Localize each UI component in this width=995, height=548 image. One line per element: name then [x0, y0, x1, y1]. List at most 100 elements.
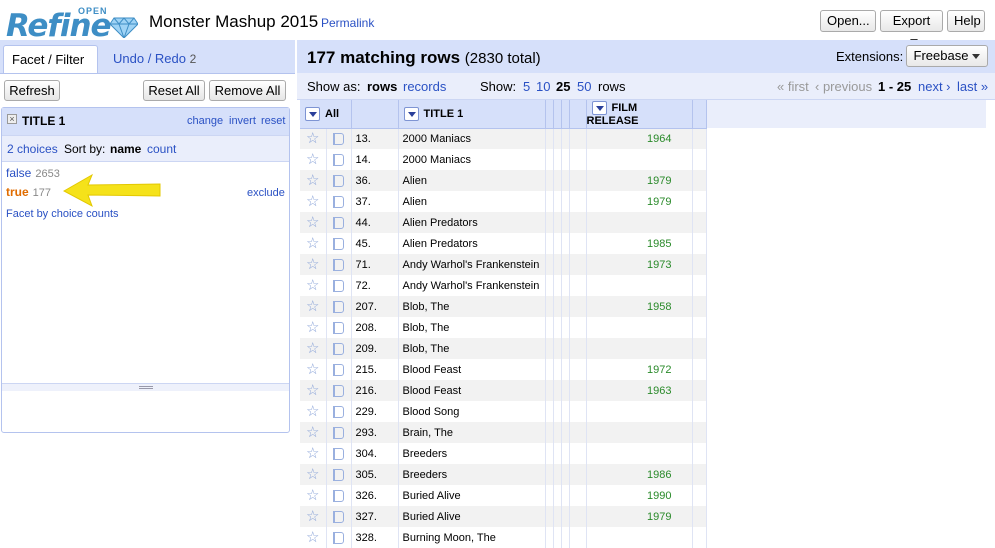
- flag-icon[interactable]: [333, 132, 344, 145]
- empty-cell[interactable]: [569, 317, 587, 338]
- star-icon[interactable]: ☆: [300, 128, 327, 149]
- sort-by-name[interactable]: name: [110, 142, 141, 156]
- empty-cell[interactable]: [561, 443, 570, 464]
- freebase-extension-button[interactable]: Freebase: [906, 45, 988, 67]
- star-icon[interactable]: ☆: [300, 296, 327, 317]
- title-cell[interactable]: Blob, The: [398, 296, 546, 317]
- empty-cell[interactable]: [561, 506, 570, 527]
- film-release-cell[interactable]: 1979: [586, 506, 693, 527]
- empty-cell[interactable]: [569, 191, 587, 212]
- facet-resize-handle[interactable]: [2, 383, 289, 391]
- title-cell[interactable]: Breeders: [398, 464, 546, 485]
- empty-cell[interactable]: [553, 149, 562, 170]
- empty-cell[interactable]: [569, 422, 587, 443]
- empty-cell[interactable]: [545, 128, 554, 149]
- empty-cell[interactable]: [545, 149, 554, 170]
- flag-cell[interactable]: [326, 338, 352, 359]
- film-release-cell[interactable]: 1990: [586, 485, 693, 506]
- previous-page-link[interactable]: ‹ previous: [815, 79, 872, 94]
- star-icon[interactable]: ☆: [300, 275, 327, 296]
- empty-cell[interactable]: [692, 464, 707, 485]
- empty-cell[interactable]: [545, 401, 554, 422]
- mode-rows[interactable]: rows: [367, 79, 397, 94]
- empty-cell[interactable]: [569, 380, 587, 401]
- facet-invert-link[interactable]: invert: [229, 115, 256, 127]
- empty-cell[interactable]: [561, 191, 570, 212]
- flag-icon[interactable]: [333, 321, 344, 334]
- empty-cell[interactable]: [545, 296, 554, 317]
- empty-cell[interactable]: [569, 527, 587, 548]
- title-cell[interactable]: 2000 Maniacs: [398, 128, 546, 149]
- empty-cell[interactable]: [545, 380, 554, 401]
- facet-choice-true[interactable]: true 177: [6, 185, 51, 199]
- flag-cell[interactable]: [326, 401, 352, 422]
- empty-cell[interactable]: [545, 506, 554, 527]
- flag-icon[interactable]: [333, 363, 344, 376]
- title-cell[interactable]: Blood Feast: [398, 359, 546, 380]
- star-icon[interactable]: ☆: [300, 191, 327, 212]
- film-release-cell[interactable]: [586, 212, 693, 233]
- empty-cell[interactable]: [561, 170, 570, 191]
- page-size-50[interactable]: 50: [577, 79, 591, 94]
- star-icon[interactable]: ☆: [300, 380, 327, 401]
- flag-icon[interactable]: [333, 153, 344, 166]
- empty-cell[interactable]: [553, 401, 562, 422]
- refresh-button[interactable]: Refresh: [4, 80, 60, 101]
- empty-cell[interactable]: [569, 485, 587, 506]
- empty-cell[interactable]: [561, 275, 570, 296]
- empty-cell[interactable]: [569, 359, 587, 380]
- empty-cell[interactable]: [692, 128, 707, 149]
- film-release-cell[interactable]: 1973: [586, 254, 693, 275]
- flag-icon[interactable]: [333, 195, 344, 208]
- facet-reset-link[interactable]: reset: [261, 115, 285, 127]
- star-icon[interactable]: ☆: [300, 422, 327, 443]
- flag-cell[interactable]: [326, 317, 352, 338]
- empty-cell[interactable]: [553, 380, 562, 401]
- film-release-cell[interactable]: 1985: [586, 233, 693, 254]
- empty-cell[interactable]: [569, 233, 587, 254]
- close-icon[interactable]: ×: [7, 114, 17, 124]
- empty-cell[interactable]: [553, 233, 562, 254]
- remove-all-button[interactable]: Remove All: [209, 80, 286, 101]
- open-button[interactable]: Open...: [820, 10, 876, 32]
- empty-cell[interactable]: [545, 212, 554, 233]
- empty-cell[interactable]: [569, 128, 587, 149]
- empty-cell[interactable]: [561, 149, 570, 170]
- empty-cell[interactable]: [692, 422, 707, 443]
- empty-cell[interactable]: [553, 317, 562, 338]
- film-release-cell[interactable]: 1964: [586, 128, 693, 149]
- empty-cell[interactable]: [561, 401, 570, 422]
- film-release-cell[interactable]: [586, 527, 693, 548]
- flag-cell[interactable]: [326, 464, 352, 485]
- empty-cell[interactable]: [545, 233, 554, 254]
- flag-icon[interactable]: [333, 174, 344, 187]
- column-header-all[interactable]: All: [300, 100, 352, 129]
- empty-cell[interactable]: [545, 338, 554, 359]
- reset-all-button[interactable]: Reset All: [143, 80, 205, 101]
- film-release-cell[interactable]: 1972: [586, 359, 693, 380]
- column-header-title[interactable]: TITLE 1: [398, 100, 546, 129]
- empty-cell[interactable]: [569, 401, 587, 422]
- empty-cell[interactable]: [553, 338, 562, 359]
- flag-cell[interactable]: [326, 233, 352, 254]
- flag-icon[interactable]: [333, 216, 344, 229]
- empty-cell[interactable]: [692, 191, 707, 212]
- film-release-cell[interactable]: [586, 275, 693, 296]
- empty-cell[interactable]: [569, 338, 587, 359]
- flag-cell[interactable]: [326, 506, 352, 527]
- film-release-cell[interactable]: [586, 149, 693, 170]
- empty-cell[interactable]: [545, 359, 554, 380]
- empty-cell[interactable]: [545, 422, 554, 443]
- film-release-cell[interactable]: 1963: [586, 380, 693, 401]
- film-release-cell[interactable]: 1979: [586, 191, 693, 212]
- empty-cell[interactable]: [545, 485, 554, 506]
- empty-cell[interactable]: [545, 170, 554, 191]
- star-icon[interactable]: ☆: [300, 401, 327, 422]
- empty-cell[interactable]: [569, 149, 587, 170]
- empty-cell[interactable]: [545, 191, 554, 212]
- flag-icon[interactable]: [333, 300, 344, 313]
- empty-cell[interactable]: [545, 317, 554, 338]
- empty-cell[interactable]: [561, 212, 570, 233]
- flag-cell[interactable]: [326, 296, 352, 317]
- flag-icon[interactable]: [333, 342, 344, 355]
